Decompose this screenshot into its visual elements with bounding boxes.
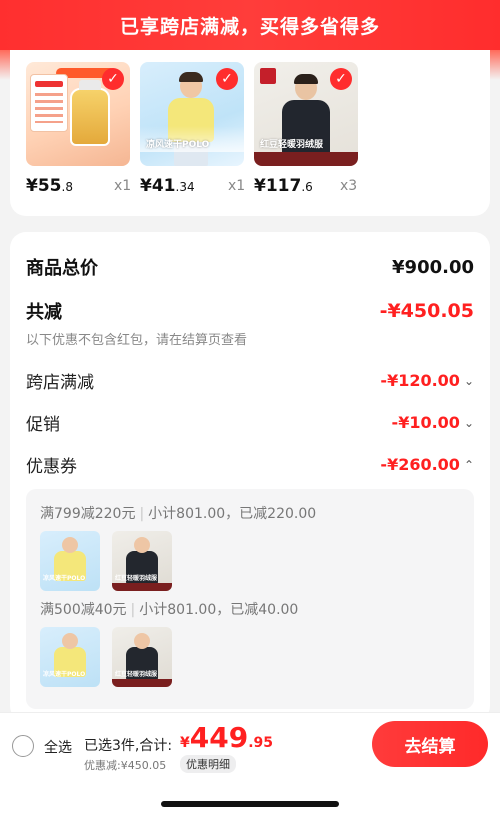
selected-count-text: 已选3件,合计: [84, 738, 173, 754]
coupon-rule-line: 满799减220元 | 小计801.00，已减220.00 [40, 506, 317, 522]
price-summary-card: 商品总价 ¥900.00 共减 -¥450.05 以下优惠不包含红包，请在结算页… [10, 232, 490, 722]
promo-value: -¥10.00 [391, 413, 460, 432]
coupon-label: 优惠券 [26, 457, 77, 477]
coupon-thumb-jacket[interactable]: 红豆轻暖羽绒服 [112, 627, 172, 687]
product-image-jacket[interactable]: 红豆轻暖羽绒服 ✓ [254, 62, 358, 166]
cross-store-value: -¥120.00 [380, 371, 460, 390]
chevron-down-icon[interactable]: ⌄ [464, 374, 474, 388]
discount-amount-text: 优惠减:¥450.05 [84, 759, 167, 772]
promo-label: 促销 [26, 415, 60, 435]
product-price: ¥55.8 [26, 176, 73, 196]
product-tag-graphic [30, 74, 68, 132]
select-all-label[interactable]: 全选 [44, 737, 72, 757]
selected-products-card: ✓ 凉风速干POLO ✓ 红豆轻暖羽绒服 ✓ ¥55.8 x1 ¥41.34 x… [10, 50, 490, 216]
home-indicator[interactable] [161, 801, 339, 807]
coupon-rule: 满500减40元 [40, 602, 127, 618]
product-image-supplement[interactable]: ✓ [26, 62, 130, 166]
product-qty: x1 [228, 178, 246, 194]
coupon-rule-line: 满500减40元 | 小计801.00，已减40.00 [40, 602, 299, 618]
promo-banner-text: 已享跨店满减，买得多省得多 [119, 15, 380, 38]
system-nav-area [0, 774, 500, 818]
check-icon[interactable]: ✓ [330, 68, 352, 90]
cross-store-row[interactable]: 跨店满减 -¥120.00 ⌄ [26, 368, 474, 393]
product-qty: x1 [114, 178, 132, 194]
total-reduce-label: 共减 [26, 302, 62, 323]
product-price: ¥41.34 [140, 176, 195, 196]
checkout-button[interactable]: 去结算 [372, 721, 488, 767]
discount-detail-button[interactable]: 优惠明细 [180, 755, 236, 773]
promo-row[interactable]: 促销 -¥10.00 ⌄ [26, 410, 474, 435]
promo-banner: 已享跨店满减，买得多省得多 [0, 0, 500, 50]
total-price-label: 商品总价 [26, 258, 98, 279]
coupon-thumb-polo[interactable]: 凉风速干POLO [40, 531, 100, 591]
chevron-down-icon[interactable]: ⌄ [464, 416, 474, 430]
brand-logo [260, 68, 276, 84]
coupon-detail-box: 满799减220元 | 小计801.00，已减220.00 凉风速干POLO 红豆轻… [26, 489, 474, 709]
total-reduce-value: -¥450.05 [379, 300, 474, 322]
select-all-radio[interactable] [12, 735, 34, 757]
coupon-thumb-polo[interactable]: 凉风速干POLO [40, 627, 100, 687]
coupon-value: -¥260.00 [380, 455, 460, 474]
total-amount: ¥449.95 [180, 721, 274, 754]
total-price-value: ¥900.00 [392, 256, 474, 278]
cross-store-label: 跨店满减 [26, 373, 94, 393]
check-icon[interactable]: ✓ [216, 68, 238, 90]
product-overlay-text: 凉风速干POLO [146, 140, 210, 150]
product-price: ¥117.6 [254, 176, 313, 196]
coupon-row[interactable]: 优惠券 -¥260.00 ⌃ [26, 452, 474, 477]
coupon-thumb-jacket[interactable]: 红豆轻暖羽绒服 [112, 531, 172, 591]
total-reduce-row: 共减 -¥450.05 [26, 298, 474, 324]
product-qty: x3 [340, 178, 358, 194]
total-price-row: 商品总价 ¥900.00 [26, 254, 474, 280]
discount-note: 以下优惠不包含红包，请在结算页查看 [26, 333, 248, 348]
coupon-detail: 小计801.00，已减220.00 [148, 506, 317, 522]
coupon-detail: 小计801.00，已减40.00 [139, 602, 299, 618]
product-image-polo[interactable]: 凉风速干POLO ✓ [140, 62, 244, 166]
product-prices-row: ¥55.8 x1 ¥41.34 x1 ¥117.6 x3 [10, 176, 490, 200]
check-icon[interactable]: ✓ [102, 68, 124, 90]
checkout-bar: 全选 已选3件,合计: ¥449.95 优惠减:¥450.05 优惠明细 去结算 [0, 712, 500, 774]
product-overlay-text: 红豆轻暖羽绒服 [260, 140, 324, 150]
coupon-rule: 满799减220元 [40, 506, 136, 522]
chevron-up-icon[interactable]: ⌃ [464, 458, 474, 472]
bottle-graphic [70, 80, 110, 146]
